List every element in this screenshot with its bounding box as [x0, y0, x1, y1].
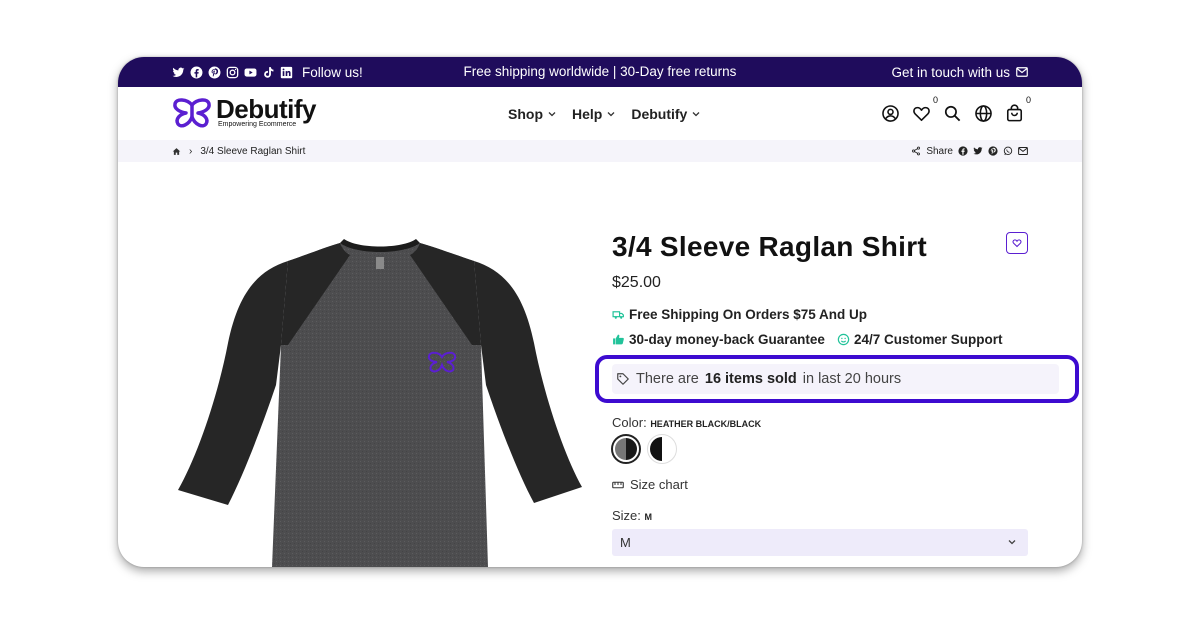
facebook-share-icon[interactable]	[958, 146, 968, 156]
ruler-icon	[612, 481, 624, 488]
color-value: HEATHER BLACK/BLACK	[650, 419, 762, 429]
logo-wordmark: Debutify Empowering Ecommerce	[216, 94, 317, 129]
product-price: $25.00	[612, 274, 661, 291]
header-actions: 0 0	[881, 87, 1031, 140]
share-label: Share	[926, 145, 953, 157]
size-chart-label: Size chart	[630, 477, 688, 492]
cart-count-badge: 0	[1025, 95, 1031, 105]
perk-shipping-text: Free Shipping On Orders $75 And Up	[629, 307, 868, 322]
product-image	[178, 239, 582, 567]
items-sold-prefix: There are	[636, 371, 699, 387]
wishlist-count-badge: 0	[932, 95, 938, 105]
nav-item-label: Shop	[508, 105, 543, 122]
user-circle-icon	[882, 105, 899, 122]
mail-icon	[1016, 67, 1028, 77]
search-button[interactable]	[943, 104, 962, 123]
share-icon	[912, 146, 921, 156]
nav-item-label: Help	[572, 105, 603, 122]
pinterest-share-icon[interactable]	[988, 146, 998, 156]
size-select[interactable]: M	[612, 529, 1028, 556]
items-sold-suffix: in last 20 hours	[802, 371, 902, 387]
chevron-down-icon	[607, 111, 615, 116]
shopping-bag-icon	[1006, 104, 1023, 122]
size-label: Size:	[612, 508, 641, 523]
butterfly-logo-icon	[173, 98, 211, 128]
chevron-down-icon	[548, 111, 556, 116]
chevron-down-icon	[692, 111, 700, 116]
chevron-down-icon	[1008, 540, 1016, 545]
product-title: 3/4 Sleeve Raglan Shirt	[612, 231, 1030, 263]
nav-item-label: Debutify	[631, 105, 688, 122]
search-icon	[944, 105, 961, 122]
wishlist-button[interactable]: 0	[912, 95, 938, 123]
nav-item-help[interactable]: Help	[572, 106, 615, 122]
items-sold-highlight: There are 16 items sold in last 20 hours	[595, 355, 1079, 403]
breadcrumb: › 3/4 Sleeve Raglan Shirt	[172, 140, 305, 162]
perk-support-text: 24/7 Customer Support	[854, 332, 1003, 347]
share-links: Share	[911, 140, 1028, 162]
whatsapp-share-icon[interactable]	[1003, 146, 1013, 156]
heart-icon	[1012, 239, 1022, 248]
color-option: Color: HEATHER BLACK/BLACK	[612, 415, 761, 430]
breadcrumb-separator: ›	[189, 145, 193, 157]
truck-icon	[612, 311, 624, 319]
account-button[interactable]	[881, 104, 900, 123]
breadcrumb-bar: › 3/4 Sleeve Raglan Shirt Share	[118, 140, 1082, 162]
items-sold-notice: There are 16 items sold in last 20 hours	[612, 364, 1059, 394]
color-label: Color:	[612, 415, 647, 430]
heart-icon	[913, 106, 930, 122]
site-header: Debutify Empowering Ecommerce Shop Help …	[118, 87, 1082, 140]
swatch-fill	[615, 438, 637, 460]
size-value: M	[644, 512, 653, 522]
thumbs-up-icon	[613, 334, 624, 345]
breadcrumb-current: 3/4 Sleeve Raglan Shirt	[200, 145, 306, 157]
nav-item-shop[interactable]: Shop	[508, 106, 556, 122]
swatch-heather-black-black[interactable]	[611, 434, 641, 464]
perk-guarantee-text: 30-day money-back Guarantee	[629, 332, 825, 347]
swatch-black-white[interactable]	[647, 434, 677, 464]
tag-icon	[617, 373, 629, 385]
site-logo[interactable]: Debutify Empowering Ecommerce	[172, 94, 317, 129]
items-sold-count: 16 items sold	[704, 371, 797, 387]
perk-shipping: Free Shipping On Orders $75 And Up	[612, 307, 867, 322]
cart-button[interactable]: 0	[1005, 95, 1031, 123]
contact-link[interactable]: Get in touch with us	[891, 57, 1028, 87]
product-title-text: 3/4 Sleeve Raglan Shirt	[612, 231, 928, 262]
announcement-bar: Follow us! Free shipping worldwide | 30-…	[118, 57, 1082, 87]
size-select-value: M	[620, 535, 631, 550]
home-icon[interactable]	[172, 147, 181, 156]
language-button[interactable]	[974, 104, 993, 123]
perk-support: 24/7 Customer Support	[837, 332, 1003, 347]
size-chart-link[interactable]: Size chart	[612, 477, 688, 492]
headset-icon	[837, 333, 850, 346]
add-to-wishlist-button[interactable]	[1006, 232, 1028, 254]
email-share-icon[interactable]	[1018, 146, 1028, 156]
perk-guarantee: 30-day money-back Guarantee	[612, 332, 825, 347]
twitter-share-icon[interactable]	[973, 146, 983, 156]
logo-name: Debutify	[216, 94, 317, 124]
swatch-fill	[650, 437, 674, 461]
product-page-card: Follow us! Free shipping worldwide | 30-…	[118, 57, 1082, 567]
nav-item-debutify[interactable]: Debutify	[631, 106, 700, 122]
globe-icon	[975, 105, 992, 122]
main-nav: Shop Help Debutify	[508, 87, 700, 140]
size-option: Size: M	[612, 508, 652, 523]
contact-label: Get in touch with us	[891, 64, 1010, 80]
